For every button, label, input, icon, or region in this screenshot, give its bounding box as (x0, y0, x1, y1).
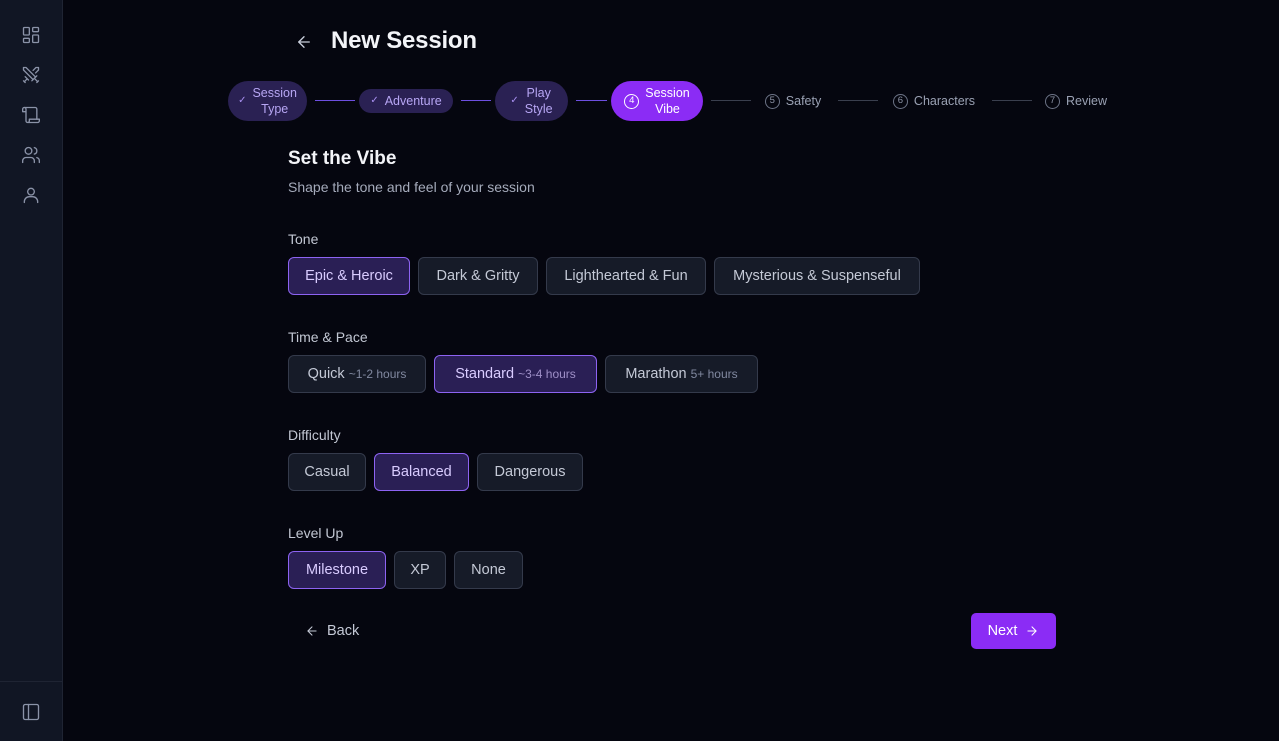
levelup-option-xp[interactable]: XP (394, 551, 446, 589)
scroll-icon[interactable] (19, 103, 43, 127)
step-label: Session Vibe (645, 85, 689, 117)
step-label: Play Style (525, 85, 553, 117)
step-session-type[interactable]: ✓ Session Type (228, 81, 307, 121)
step-label: Safety (785, 94, 822, 108)
section-subtitle: Shape the tone and feel of your session (288, 179, 535, 195)
step-number: 5 (764, 93, 780, 109)
step-label-line2: Vibe (655, 102, 680, 116)
step-connector (315, 100, 355, 101)
tone-option-dark-gritty[interactable]: Dark & Gritty (418, 257, 538, 295)
grid-icon[interactable] (19, 23, 43, 47)
users-icon[interactable] (19, 143, 43, 167)
tone-label: Tone (288, 231, 319, 247)
sidebar-toggle-icon[interactable] (19, 700, 43, 724)
pace-option-hint: 5+ hours (690, 367, 738, 381)
tone-option-lighthearted-fun[interactable]: Lighthearted & Fun (546, 257, 706, 295)
step-review[interactable]: 7 Review (1038, 81, 1114, 121)
pace-option-hint: ~1-2 hours (348, 367, 407, 381)
step-label-line1: Play (526, 86, 551, 100)
section-title: Set the Vibe (288, 148, 397, 169)
pace-option-name: Standard (455, 366, 515, 382)
crossed-swords-icon[interactable] (19, 63, 43, 87)
tone-option-epic-heroic[interactable]: Epic & Heroic (288, 257, 410, 295)
step-label: Adventure (384, 94, 442, 108)
next-button-label: Next (987, 623, 1018, 639)
step-label-line2: Type (261, 102, 289, 116)
step-label: Session Type (252, 85, 296, 117)
pace-option-quick[interactable]: Quick ~1-2 hours (288, 355, 426, 393)
pace-option-marathon[interactable]: Marathon 5+ hours (605, 355, 758, 393)
levelup-option-none[interactable]: None (454, 551, 523, 589)
next-button[interactable]: Next (971, 613, 1056, 649)
step-label: Review (1066, 94, 1107, 108)
back-arrow-icon[interactable] (292, 30, 316, 54)
difficulty-option-dangerous[interactable]: Dangerous (477, 453, 583, 491)
sidebar (0, 0, 63, 741)
difficulty-option-balanced[interactable]: Balanced (374, 453, 469, 491)
pace-option-hint: ~3-4 hours (518, 367, 576, 381)
step-connector (461, 100, 491, 101)
pace-label: Time & Pace (288, 329, 368, 345)
pace-option-name: Marathon (625, 366, 687, 382)
step-adventure[interactable]: ✓ Adventure (359, 89, 453, 113)
step-number: 7 (1045, 93, 1060, 109)
tone-option-mysterious-suspenseful[interactable]: Mysterious & Suspenseful (714, 257, 920, 295)
sidebar-divider (0, 681, 63, 682)
levelup-option-milestone[interactable]: Milestone (288, 551, 386, 589)
back-button[interactable]: Back (305, 620, 359, 642)
arrow-left-icon (307, 626, 317, 636)
step-label-line2: Style (524, 102, 553, 116)
step-safety[interactable]: 5 Safety (757, 81, 829, 121)
step-number: 4 (624, 93, 640, 109)
step-connector (711, 100, 751, 101)
user-icon[interactable] (19, 183, 43, 207)
step-play-style[interactable]: ✓ Play Style (495, 81, 568, 121)
back-button-label: Back (327, 623, 360, 639)
step-label-line1: Session (252, 86, 297, 100)
step-connector (992, 100, 1032, 101)
step-label-line1: Session (645, 86, 690, 100)
step-characters[interactable]: 6 Characters (884, 81, 984, 121)
arrow-right-icon (1027, 626, 1038, 636)
step-session-vibe[interactable]: 4 Session Vibe (611, 81, 703, 121)
pace-option-name: Quick (307, 366, 345, 382)
check-icon: ✓ (238, 95, 247, 106)
difficulty-option-casual[interactable]: Casual (288, 453, 366, 491)
step-connector (838, 100, 878, 101)
check-icon: ✓ (370, 95, 379, 106)
step-number: 6 (892, 93, 908, 109)
pace-option-standard[interactable]: Standard ~3-4 hours (434, 355, 597, 393)
check-icon: ✓ (510, 95, 519, 106)
page-title: New Session (331, 27, 477, 54)
step-label: Characters (913, 94, 976, 108)
step-connector (576, 100, 607, 101)
levelup-label: Level Up (288, 525, 344, 541)
difficulty-label: Difficulty (288, 427, 341, 443)
